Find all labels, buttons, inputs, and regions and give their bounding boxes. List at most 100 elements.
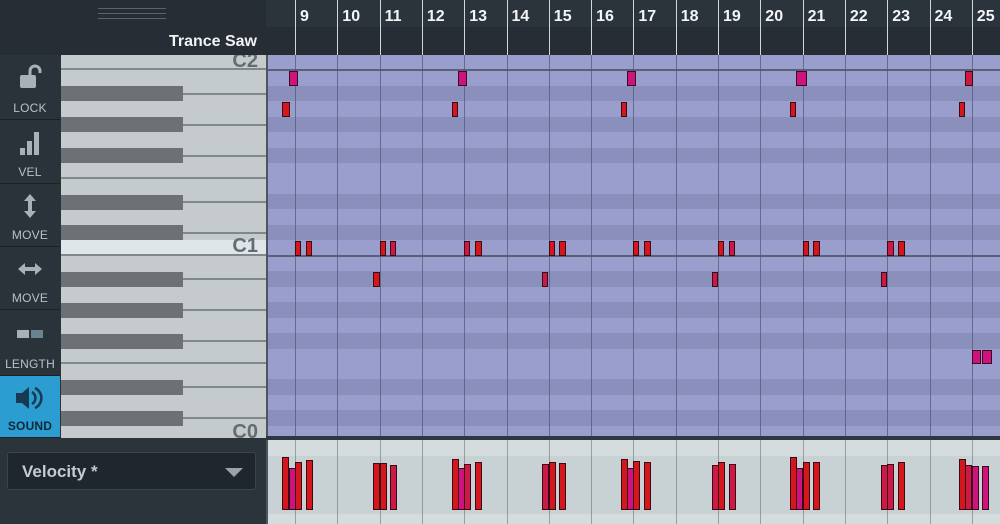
midi-note[interactable] — [728, 241, 735, 256]
velocity-bar[interactable] — [887, 464, 895, 510]
black-key[interactable] — [61, 302, 183, 318]
black-key[interactable] — [61, 379, 183, 395]
velocity-bar[interactable] — [295, 462, 302, 510]
beat-tick — [548, 0, 550, 55]
midi-note[interactable] — [559, 241, 567, 256]
lane-controls: Velocity * — [0, 438, 266, 524]
velocity-bar[interactable] — [728, 463, 736, 510]
black-key[interactable] — [61, 271, 183, 287]
velocity-lane[interactable] — [266, 440, 1000, 524]
beat-line — [844, 440, 846, 524]
key-divider — [183, 417, 266, 420]
velocity-bar[interactable] — [959, 459, 967, 510]
black-key[interactable] — [61, 410, 183, 426]
track-title: Trance Saw — [168, 33, 257, 50]
velocity-bar[interactable] — [643, 462, 651, 510]
velocity-bar[interactable] — [548, 462, 556, 510]
tool-velocity-button[interactable]: VEL — [0, 120, 60, 184]
velocity-bar[interactable] — [971, 465, 979, 510]
velocity-bar[interactable] — [897, 462, 905, 510]
tool-sound-button[interactable]: SOUND — [0, 376, 60, 438]
midi-note[interactable] — [802, 241, 809, 256]
velocity-bar[interactable] — [305, 460, 313, 510]
velocity-bar[interactable] — [633, 460, 641, 510]
beat-tick — [802, 0, 804, 55]
velocity-bar[interactable] — [379, 463, 387, 510]
midi-note[interactable] — [789, 102, 796, 117]
midi-note[interactable] — [880, 272, 887, 287]
beat-line — [929, 440, 931, 524]
midi-note[interactable] — [627, 71, 636, 86]
beat-number: 12 — [426, 8, 445, 25]
midi-note[interactable] — [457, 71, 468, 86]
beat-line — [337, 440, 339, 524]
midi-note[interactable] — [620, 102, 627, 117]
midi-note[interactable] — [965, 71, 974, 86]
tool-move-horizontal-button[interactable]: MOVE — [0, 247, 60, 310]
velocity-bar[interactable] — [789, 457, 797, 510]
tool-move-vertical-button[interactable]: MOVE — [0, 184, 60, 247]
tool-label: VEL — [18, 165, 42, 179]
velocity-bar[interactable] — [982, 465, 990, 510]
beat-number: 13 — [469, 8, 487, 25]
midi-note[interactable] — [887, 241, 894, 256]
beat-line — [591, 440, 593, 524]
velocity-bar[interactable] — [282, 457, 290, 510]
piano-keyboard[interactable]: C2 C1 C0 — [61, 55, 266, 438]
midi-note[interactable] — [643, 241, 651, 256]
unlock-icon — [0, 55, 60, 101]
midi-note[interactable] — [982, 349, 992, 364]
midi-note[interactable] — [282, 102, 290, 117]
midi-note[interactable] — [390, 241, 397, 256]
black-key[interactable] — [61, 194, 183, 210]
lane-type-dropdown[interactable]: Velocity * — [7, 452, 256, 490]
velocity-bar[interactable] — [474, 462, 482, 510]
note-grid[interactable] — [266, 55, 1000, 438]
midi-note[interactable] — [542, 272, 549, 287]
midi-note[interactable] — [633, 241, 640, 256]
drag-handle[interactable] — [98, 8, 166, 22]
velocity-bar[interactable] — [390, 465, 398, 510]
beat-number: 15 — [553, 8, 572, 25]
midi-note[interactable] — [295, 241, 301, 256]
speaker-icon — [0, 376, 60, 419]
midi-note[interactable] — [451, 102, 458, 117]
tool-lock-button[interactable]: LOCK — [0, 55, 60, 120]
midi-note[interactable] — [718, 241, 724, 256]
velocity-bar[interactable] — [451, 459, 459, 510]
timeline-ruler[interactable]: 9 10 11 12 13 14 15 16 17 18 19 20 21 22 23 24 25 — [266, 0, 1000, 55]
white-key[interactable] — [61, 163, 266, 179]
black-key[interactable] — [61, 148, 183, 164]
beat-tick — [971, 0, 973, 55]
velocity-bar[interactable] — [464, 464, 472, 510]
midi-note[interactable] — [373, 272, 381, 287]
beat-number: 24 — [934, 8, 953, 25]
velocity-bar[interactable] — [559, 463, 567, 510]
midi-note[interactable] — [379, 241, 386, 256]
velocity-bar[interactable] — [718, 462, 725, 510]
velocity-bar[interactable] — [813, 462, 821, 510]
midi-note[interactable] — [305, 241, 313, 256]
black-key[interactable] — [61, 225, 183, 241]
beat-line — [844, 55, 846, 438]
black-key[interactable] — [61, 333, 183, 349]
midi-note[interactable] — [796, 71, 808, 86]
velocity-bar[interactable] — [620, 459, 628, 510]
midi-note[interactable] — [971, 349, 982, 364]
beat-number: 19 — [723, 8, 741, 25]
midi-note[interactable] — [464, 241, 471, 256]
tool-length-button[interactable]: LENGTH — [0, 310, 60, 376]
midi-note[interactable] — [288, 71, 298, 86]
black-key[interactable] — [61, 117, 183, 133]
midi-note[interactable] — [548, 241, 555, 256]
velocity-bar[interactable] — [802, 462, 810, 510]
midi-note[interactable] — [813, 241, 820, 256]
midi-note[interactable] — [897, 241, 905, 256]
beat-line — [760, 440, 762, 524]
beat-line — [421, 55, 423, 438]
white-key[interactable] — [61, 349, 266, 364]
midi-note[interactable] — [474, 241, 482, 256]
midi-note[interactable] — [959, 102, 966, 117]
black-key[interactable] — [61, 86, 183, 102]
midi-note[interactable] — [711, 272, 718, 287]
